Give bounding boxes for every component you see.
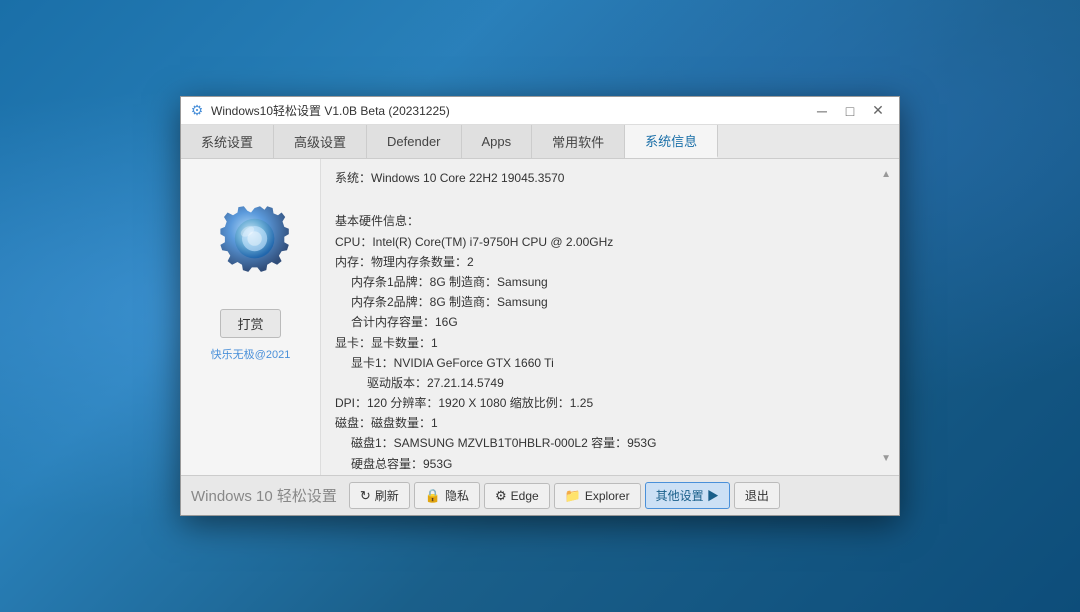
cpu-line: CPU：Intel(R) Core(TM) i7-9750H CPU @ 2.0…	[335, 233, 887, 252]
mem-slot2: 内存条2品牌：8G 制造商：Samsung	[335, 293, 887, 312]
scroll-down-icon: ▼	[881, 451, 891, 467]
gear-image	[206, 199, 296, 289]
dpi-line: DPI：120 分辨率：1920 X 1080 缩放比例：1.25	[335, 394, 887, 413]
info-panel: ▲ 系统：Windows 10 Core 22H2 19045.3570 基本硬…	[321, 159, 899, 475]
mem-total: 合计内存容量：16G	[335, 313, 887, 332]
close-button[interactable]: ✕	[865, 101, 891, 121]
privacy-label: 隐私	[445, 487, 469, 504]
memory-title: 内存：物理内存条数量：2	[335, 253, 887, 272]
disk-title: 磁盘：磁盘数量：1	[335, 414, 887, 433]
system-line: 系统：Windows 10 Core 22H2 19045.3570	[335, 169, 887, 188]
edge-label: Edge	[511, 489, 539, 503]
tab-advanced[interactable]: 高级设置	[274, 125, 367, 158]
disk-total: 硬盘总容量：953G	[335, 455, 887, 474]
left-panel: 打赏 快乐无极@2021	[181, 159, 321, 475]
mem-slot1: 内存条1品牌：8G 制造商：Samsung	[335, 273, 887, 292]
title-bar: ⚙ Windows10轻松设置 V1.0B Beta (20231225) ─ …	[181, 97, 899, 125]
tab-bar: 系统设置 高级设置 Defender Apps 常用软件 系统信息	[181, 125, 899, 159]
other-settings-button[interactable]: 其他设置 ▶	[645, 482, 730, 509]
explorer-label: Explorer	[585, 489, 630, 503]
print-button[interactable]: 打赏	[220, 309, 280, 338]
hardware-title: 基本硬件信息：	[335, 212, 887, 231]
privacy-icon: 🔒	[425, 488, 441, 504]
maximize-button[interactable]: □	[837, 101, 863, 121]
edge-icon: ⚙	[495, 488, 507, 504]
explorer-icon: 📁	[565, 488, 581, 504]
tab-sysinfo[interactable]: 系统信息	[625, 125, 718, 158]
minimize-button[interactable]: ─	[809, 101, 835, 121]
gpu-name: 显卡1：NVIDIA GeForce GTX 1660 Ti	[335, 354, 887, 373]
tab-system[interactable]: 系统设置	[181, 125, 274, 158]
content-area: 打赏 快乐无极@2021 ▲ 系统：Windows 10 Core 22H2 1…	[181, 159, 899, 475]
other-settings-label: 其他设置 ▶	[656, 487, 719, 504]
watermark-link[interactable]: 快乐无极@2021	[211, 346, 291, 362]
window-controls: ─ □ ✕	[809, 101, 891, 121]
refresh-label: 刷新	[375, 487, 399, 504]
empty-line	[335, 189, 887, 208]
disk-name: 磁盘1：SAMSUNG MZVLB1T0HBLR-000L2 容量：953G	[335, 434, 887, 453]
edge-button[interactable]: ⚙ Edge	[484, 483, 550, 509]
app-title: Windows 10 轻松设置	[191, 485, 337, 506]
title-bar-left: ⚙ Windows10轻松设置 V1.0B Beta (20231225)	[189, 102, 450, 119]
app-icon: ⚙	[189, 103, 205, 119]
exit-button[interactable]: 退出	[734, 482, 780, 509]
privacy-button[interactable]: 🔒 隐私	[414, 482, 480, 509]
explorer-button[interactable]: 📁 Explorer	[554, 483, 641, 509]
gpu-driver: 驱动版本：27.21.14.5749	[335, 374, 887, 393]
gpu-title: 显卡：显卡数量：1	[335, 334, 887, 353]
scroll-up-icon: ▲	[881, 167, 891, 183]
main-window: ⚙ Windows10轻松设置 V1.0B Beta (20231225) ─ …	[180, 96, 900, 516]
window-title: Windows10轻松设置 V1.0B Beta (20231225)	[211, 102, 450, 119]
tab-defender[interactable]: Defender	[367, 125, 461, 158]
bottom-bar: Windows 10 轻松设置 ↻ 刷新 🔒 隐私 ⚙ Edge 📁 Explo…	[181, 475, 899, 515]
tab-tools[interactable]: 常用软件	[532, 125, 625, 158]
tab-apps[interactable]: Apps	[462, 125, 533, 158]
refresh-button[interactable]: ↻ 刷新	[349, 482, 410, 509]
exit-label: 退出	[745, 487, 769, 504]
refresh-icon: ↻	[360, 488, 371, 504]
